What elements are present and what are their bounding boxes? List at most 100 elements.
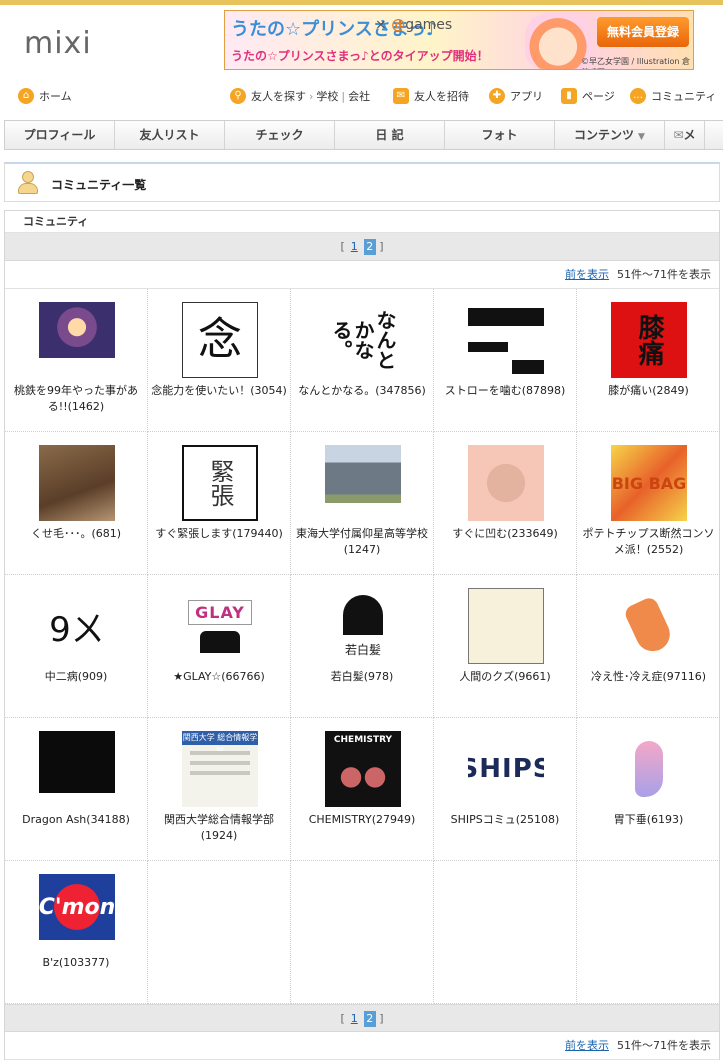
- community-thumbnail[interactable]: [611, 588, 687, 664]
- community-name[interactable]: 人間のクズ(9661): [434, 669, 576, 685]
- community-item[interactable]: すぐに凹む(233649): [434, 432, 577, 575]
- community-item[interactable]: 念念能力を使いたい！(3054): [148, 289, 291, 432]
- community-name[interactable]: 胃下垂(6193): [577, 812, 720, 828]
- thumb-text: なんとかなる。: [329, 310, 397, 370]
- subnav-invite[interactable]: ✉ 友人を招待: [393, 88, 469, 104]
- tab-photo[interactable]: フォト: [445, 121, 555, 149]
- community-item[interactable]: 胃下垂(6193): [577, 718, 720, 861]
- community-thumbnail[interactable]: [468, 588, 544, 664]
- community-name[interactable]: CHEMISTRY(27949): [291, 812, 433, 828]
- pager-page-2: 2: [363, 1011, 376, 1027]
- community-item[interactable]: 桃鉄を99年やった事がある!!(1462): [5, 289, 148, 432]
- community-name[interactable]: 膝が痛い(2849): [577, 383, 720, 399]
- subnav-company-link[interactable]: 会社: [348, 88, 370, 104]
- thumb-text: 緊張: [206, 459, 234, 507]
- community-name[interactable]: 若白髪(978): [291, 669, 433, 685]
- empty-cell: [434, 861, 577, 1004]
- community-name[interactable]: くせ毛･･･。(681): [5, 526, 147, 542]
- page-title: コミュニティ一覧: [51, 178, 147, 192]
- community-thumbnail[interactable]: 緊張: [182, 445, 258, 521]
- community-thumbnail[interactable]: 若白髪: [325, 588, 401, 664]
- prev-page-link[interactable]: 前を表示: [565, 1039, 609, 1052]
- mail-icon: ✉: [393, 88, 409, 104]
- community-thumbnail[interactable]: [611, 731, 687, 807]
- community-thumbnail[interactable]: [39, 302, 115, 358]
- community-name[interactable]: 桃鉄を99年やった事がある!!(1462): [5, 383, 147, 415]
- bookmark-icon: ▮: [561, 88, 577, 104]
- range-text: 51件～71件を表示: [617, 268, 711, 281]
- page-header: コミュニティ一覧: [4, 162, 720, 202]
- subnav-community[interactable]: … コミュニティ: [630, 88, 716, 104]
- community-thumbnail[interactable]: [468, 445, 544, 521]
- pager-page-1[interactable]: 1: [348, 239, 360, 255]
- pager-page-2: 2: [363, 239, 376, 255]
- community-thumbnail[interactable]: 9ㄨ: [39, 588, 115, 664]
- community-item[interactable]: BIG BAG ポテトチップス断然コンソメ派！(2552): [577, 432, 720, 575]
- community-item[interactable]: 冷え性･冷え症(97116): [577, 575, 720, 718]
- community-name[interactable]: ★GLAY☆(66766): [148, 669, 290, 685]
- subnav-apps[interactable]: ✚ アプリ: [489, 88, 543, 104]
- community-item[interactable]: なんとかなる。なんとかなる。(347856): [291, 289, 434, 432]
- pager-page-1[interactable]: 1: [348, 1011, 360, 1027]
- tab-profile[interactable]: プロフィール: [5, 121, 115, 149]
- community-thumbnail[interactable]: 念: [182, 302, 258, 378]
- community-name[interactable]: なんとかなる。(347856): [291, 383, 433, 399]
- community-item[interactable]: 緊張すぐ緊張します(179440): [148, 432, 291, 575]
- community-thumbnail[interactable]: C'mon: [39, 874, 115, 940]
- tab-check[interactable]: チェック: [225, 121, 335, 149]
- community-thumbnail[interactable]: BIG BAG: [611, 445, 687, 521]
- community-thumbnail[interactable]: なんとかなる。: [325, 302, 401, 378]
- community-name[interactable]: Dragon Ash(34188): [5, 812, 147, 828]
- community-thumbnail[interactable]: GLAY: [182, 588, 258, 664]
- subnav-school-link[interactable]: 学校: [316, 88, 338, 104]
- community-name[interactable]: ストローを噛む(87898): [434, 383, 576, 399]
- community-name[interactable]: すぐ緊張します(179440): [148, 526, 290, 542]
- community-thumbnail[interactable]: [325, 445, 401, 503]
- community-name[interactable]: 冷え性･冷え症(97116): [577, 669, 720, 685]
- community-thumbnail[interactable]: [39, 731, 115, 793]
- prev-page-link[interactable]: 前を表示: [565, 268, 609, 281]
- section-title: コミュニティ: [5, 211, 719, 233]
- community-item[interactable]: ストローを噛む(87898): [434, 289, 577, 432]
- tab-contents[interactable]: コンテンツ ▼: [555, 121, 665, 149]
- banner-games-logo: × @games: [375, 17, 452, 33]
- top-accent-line: [0, 0, 723, 5]
- community-name[interactable]: 東海大学付属仰星高等学校(1247): [291, 526, 433, 558]
- community-name[interactable]: 念能力を使いたい！(3054): [148, 383, 290, 399]
- mixi-logo[interactable]: mixi: [24, 26, 92, 61]
- ad-banner[interactable]: うたの☆プリンスさまっ♪ × @games うたの☆プリンスさまっ♪とのタイアッ…: [224, 10, 694, 70]
- community-name[interactable]: 関西大学総合情報学部(1924): [148, 812, 290, 844]
- community-thumbnail[interactable]: 関西大学 総合情報学部: [182, 731, 258, 807]
- community-name[interactable]: B'z(103377): [5, 955, 147, 971]
- community-item[interactable]: CHEMISTRY CHEMISTRY(27949): [291, 718, 434, 861]
- community-name[interactable]: 中二病(909): [5, 669, 147, 685]
- community-item[interactable]: 東海大学付属仰星高等学校(1247): [291, 432, 434, 575]
- community-name[interactable]: SHIPSコミュ(25108): [434, 812, 576, 828]
- community-thumbnail[interactable]: 膝痛: [611, 302, 687, 378]
- community-item[interactable]: GLAY ★GLAY☆(66766): [148, 575, 291, 718]
- community-thumbnail[interactable]: SHIPS: [468, 731, 544, 807]
- community-item[interactable]: 若白髪若白髪(978): [291, 575, 434, 718]
- community-name[interactable]: ポテトチップス断然コンソメ派！(2552): [577, 526, 720, 558]
- tab-message[interactable]: ✉メ: [665, 121, 705, 149]
- pager-bracket: ]: [379, 240, 384, 253]
- community-item[interactable]: SHIPS SHIPSコミュ(25108): [434, 718, 577, 861]
- community-item[interactable]: 9ㄨ中二病(909): [5, 575, 148, 718]
- community-thumbnail[interactable]: [39, 445, 115, 521]
- community-item[interactable]: くせ毛･･･。(681): [5, 432, 148, 575]
- community-thumbnail[interactable]: [468, 302, 544, 378]
- tab-friend-list[interactable]: 友人リスト: [115, 121, 225, 149]
- community-item[interactable]: 膝痛膝が痛い(2849): [577, 289, 720, 432]
- banner-register-button[interactable]: 無料会員登録: [597, 17, 689, 47]
- subnav-home[interactable]: ⌂ ホーム: [18, 88, 72, 104]
- community-item[interactable]: Dragon Ash(34188): [5, 718, 148, 861]
- subnav-page[interactable]: ▮ ページ: [561, 88, 615, 104]
- tab-diary[interactable]: 日 記: [335, 121, 445, 149]
- community-item[interactable]: 人間のクズ(9661): [434, 575, 577, 718]
- community-name[interactable]: すぐに凹む(233649): [434, 526, 576, 542]
- community-item[interactable]: 関西大学 総合情報学部関西大学総合情報学部(1924): [148, 718, 291, 861]
- subnav-find-friends[interactable]: ⚲ 友人を探す › 学校 | 会社: [230, 88, 370, 104]
- community-thumbnail[interactable]: CHEMISTRY: [325, 731, 401, 807]
- community-item[interactable]: C'mon B'z(103377): [5, 861, 148, 1004]
- empty-cell: [577, 861, 720, 1004]
